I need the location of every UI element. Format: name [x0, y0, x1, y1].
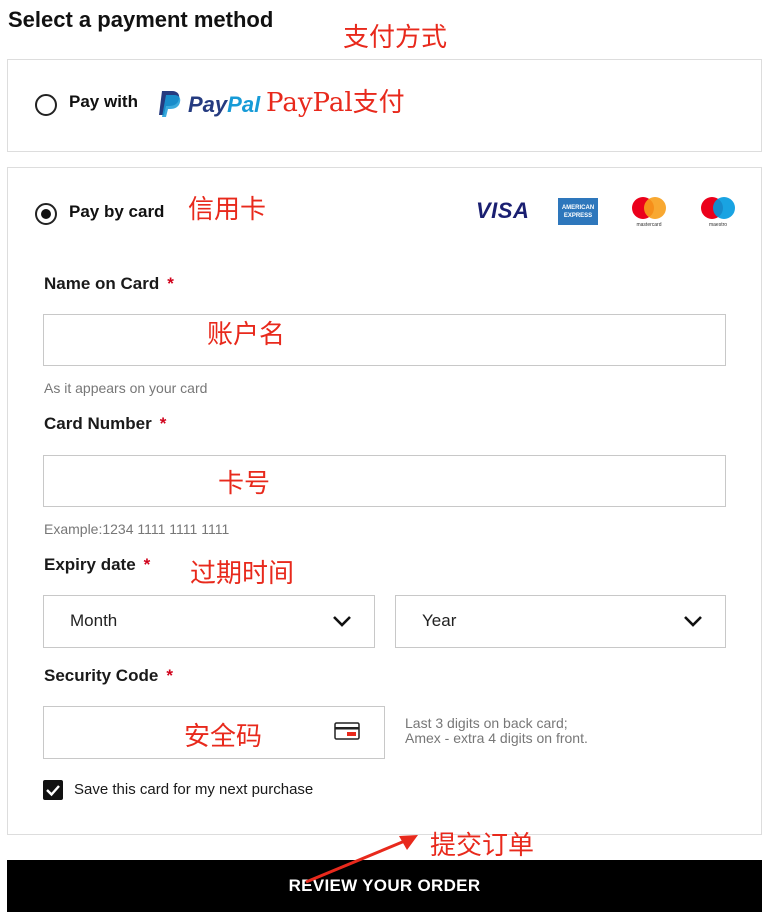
maestro-logo-icon: maestro — [701, 197, 735, 228]
amex-line1: AMERICAN — [561, 205, 595, 211]
paypal-option-label: Pay with — [69, 92, 138, 111]
expiry-date-label: Expiry date * — [44, 555, 151, 574]
required-mark: * — [143, 555, 151, 574]
expiry-year-value: Year — [422, 611, 457, 630]
security-hint-line2: Amex - extra 4 digits on front. — [405, 730, 588, 746]
amex-logo: AMERICAN EXPRESS — [558, 198, 598, 225]
security-code-label: Security Code * — [44, 666, 173, 685]
name-on-card-input[interactable] — [43, 314, 726, 366]
visa-logo: VISA — [476, 198, 530, 223]
paypal-radio[interactable] — [35, 94, 57, 116]
security-code-hint: Last 3 digits on back card; Amex - extra… — [405, 716, 588, 746]
save-card-checkbox[interactable] — [43, 780, 63, 800]
mastercard-label: mastercard — [636, 222, 661, 228]
card-number-hint: Example:1234 1111 1111 1111 — [44, 521, 230, 537]
annotation-name: 账户名 — [207, 320, 286, 350]
amex-line2: EXPRESS — [563, 213, 593, 219]
expiry-year-select[interactable]: Year — [395, 595, 726, 648]
annotation-expiry: 过期时间 — [190, 559, 295, 589]
required-mark: * — [166, 666, 173, 685]
expiry-month-value: Month — [70, 611, 118, 630]
annotation-paypal: PayPal支付 — [266, 88, 405, 118]
annotation-arrow-icon — [305, 835, 418, 884]
expiry-month-select[interactable]: Month — [43, 595, 375, 648]
card-radio[interactable] — [35, 203, 57, 225]
required-mark: * — [159, 414, 167, 433]
annotation-card: 信用卡 — [188, 195, 267, 225]
paypal-logo-icon — [159, 91, 181, 117]
mastercard-logo-icon: mastercard — [632, 197, 666, 228]
required-mark: * — [167, 274, 174, 293]
maestro-label: maestro — [709, 222, 727, 228]
card-cvv-icon — [334, 722, 360, 740]
card-number-input[interactable] — [43, 455, 726, 507]
name-on-card-hint: As it appears on your card — [44, 380, 208, 396]
card-number-label: Card Number * — [44, 414, 167, 433]
save-card-label: Save this card for my next purchase — [74, 781, 314, 798]
name-on-card-label: Name on Card * — [44, 274, 174, 293]
annotation-review: 提交订单 — [430, 831, 535, 861]
chevron-down-icon — [684, 616, 702, 627]
security-hint-line1: Last 3 digits on back card; — [405, 715, 568, 731]
checkmark-icon — [46, 785, 60, 797]
paypal-wordmark: PayPal — [188, 92, 261, 117]
chevron-down-icon — [333, 616, 351, 627]
annotation-security: 安全码 — [184, 722, 263, 752]
card-option-label: Pay by card — [69, 202, 165, 221]
page-title: Select a payment method — [8, 7, 274, 32]
annotation-payment-method: 支付方式 — [343, 23, 448, 53]
annotation-card-number: 卡号 — [218, 469, 271, 499]
